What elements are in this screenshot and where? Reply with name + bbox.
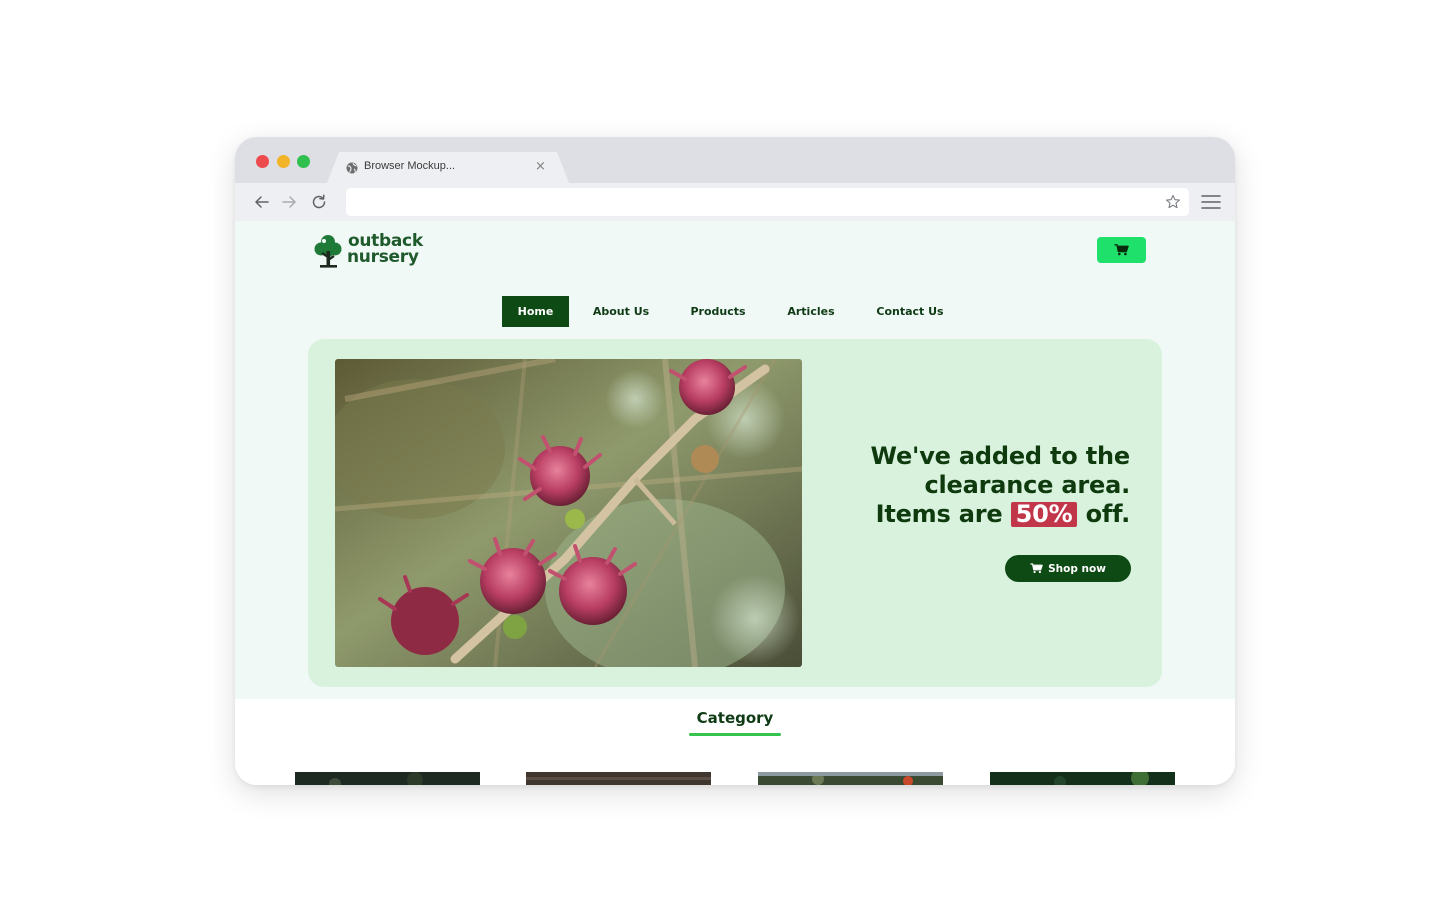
category-card-4[interactable] bbox=[990, 771, 1175, 785]
nav-home[interactable]: Home bbox=[502, 296, 569, 327]
site-logo[interactable]: outback nursery bbox=[314, 233, 436, 271]
hero-line-3-prefix: Items are bbox=[875, 500, 1003, 528]
tab-title: Browser Mockup... bbox=[364, 160, 456, 172]
category-heading: Category bbox=[696, 709, 774, 727]
minimize-window-button[interactable] bbox=[277, 155, 290, 168]
category-card-2[interactable] bbox=[526, 771, 711, 785]
browser-toolbar bbox=[235, 183, 1235, 221]
cart-icon bbox=[1114, 244, 1129, 256]
category-card-1[interactable] bbox=[295, 771, 480, 785]
hero-line-3: Items are 50% off. bbox=[871, 500, 1131, 529]
hamburger-menu-icon[interactable] bbox=[1201, 194, 1221, 210]
hero-line-3-suffix: off. bbox=[1085, 500, 1131, 528]
globe-icon bbox=[346, 162, 358, 174]
nav-contact-us[interactable]: Contact Us bbox=[865, 296, 955, 327]
nav-products[interactable]: Products bbox=[675, 296, 761, 327]
category-card-3[interactable] bbox=[758, 771, 943, 785]
cart-icon bbox=[1030, 563, 1043, 574]
category-underline bbox=[689, 733, 781, 736]
back-arrow-icon[interactable] bbox=[253, 193, 271, 211]
nav-articles[interactable]: Articles bbox=[771, 296, 851, 327]
discount-badge: 50% bbox=[1010, 502, 1078, 527]
hero-line-1: We've added to the bbox=[870, 442, 1131, 470]
browser-window: Browser Mockup... × outback nursery Home… bbox=[235, 137, 1235, 785]
address-bar[interactable] bbox=[346, 188, 1189, 216]
browser-tab[interactable]: Browser Mockup... × bbox=[327, 152, 569, 183]
hero-banner: We've added to the clearance area. Items… bbox=[308, 339, 1162, 687]
browser-titlebar: Browser Mockup... × bbox=[235, 137, 1235, 183]
logo-wordmark: outback nursery bbox=[347, 233, 423, 267]
shop-now-label: Shop now bbox=[1048, 562, 1106, 575]
tree-logo-icon bbox=[314, 235, 342, 268]
hero-image-flowers bbox=[335, 359, 802, 667]
shop-now-button[interactable]: Shop now bbox=[1005, 555, 1131, 582]
cart-button[interactable] bbox=[1097, 237, 1146, 263]
forward-arrow-icon[interactable] bbox=[280, 193, 298, 211]
main-nav: Home About Us Products Articles Contact … bbox=[235, 296, 1235, 327]
reload-icon[interactable] bbox=[310, 193, 328, 211]
star-icon[interactable] bbox=[1165, 194, 1181, 210]
tab-close-icon[interactable]: × bbox=[535, 160, 546, 174]
nav-about-us[interactable]: About Us bbox=[579, 296, 663, 327]
web-page: outback nursery Home About Us Products A… bbox=[235, 221, 1235, 785]
logo-line-2: nursery bbox=[347, 247, 419, 267]
hero-headline: We've added to the clearance area. Items… bbox=[870, 442, 1131, 529]
close-window-button[interactable] bbox=[256, 155, 269, 168]
hero-line-2: clearance area. bbox=[924, 471, 1130, 499]
maximize-window-button[interactable] bbox=[297, 155, 310, 168]
category-section: Category bbox=[235, 699, 1235, 785]
